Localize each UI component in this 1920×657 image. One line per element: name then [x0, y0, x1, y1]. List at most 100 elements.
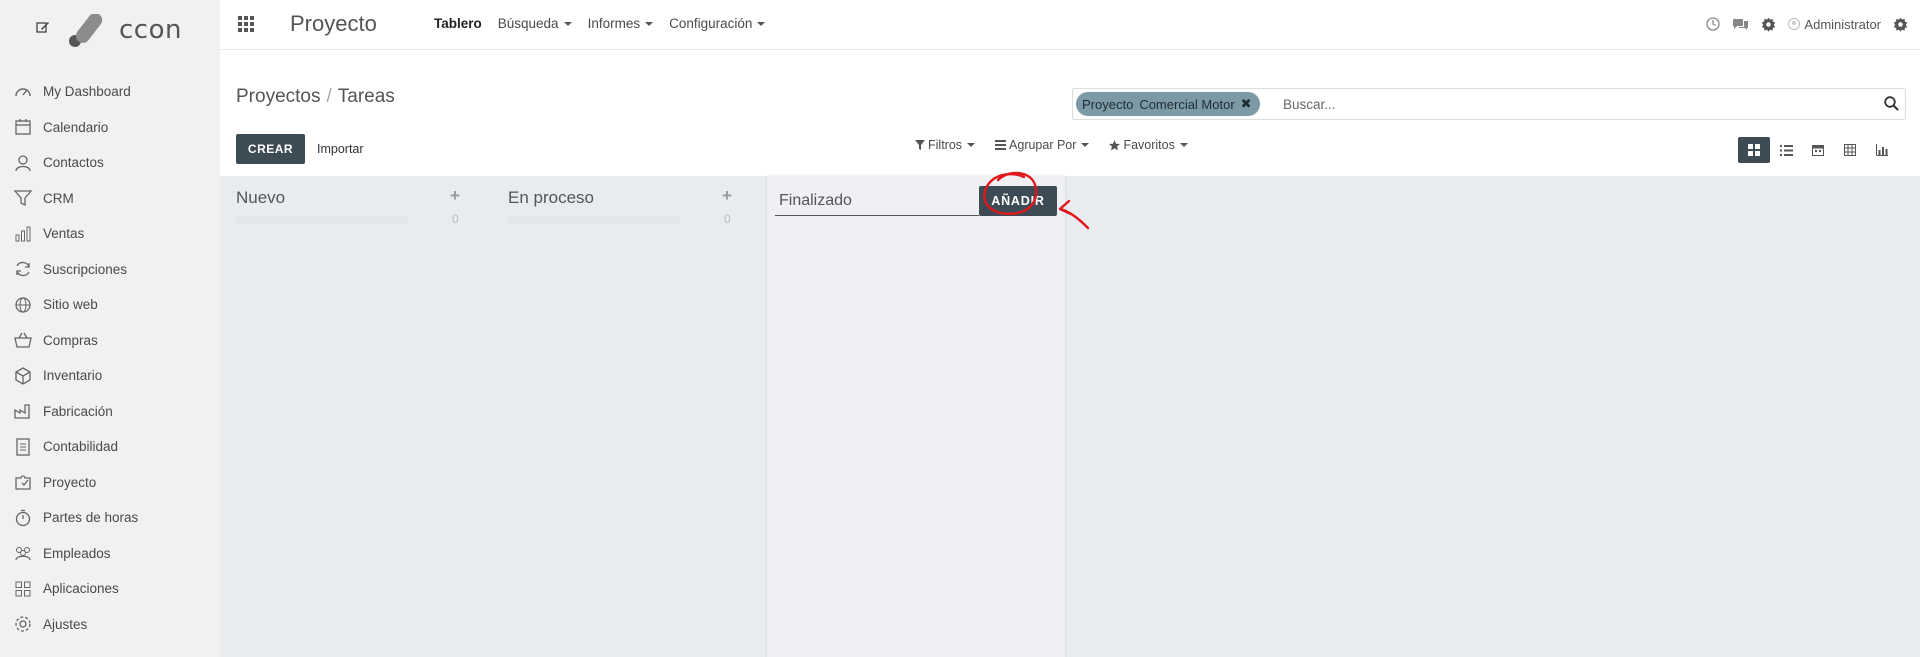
sidebar-item-contactos[interactable]: Contactos: [0, 145, 220, 181]
sidebar-item-label: Ventas: [43, 226, 85, 242]
sidebar-item-label: Calendario: [43, 119, 109, 135]
caret-down-icon: [645, 22, 654, 27]
table-icon: [1844, 144, 1856, 156]
ledger-icon: [16, 438, 30, 456]
stopwatch-icon: [15, 509, 31, 526]
quick-create-icon[interactable]: +: [450, 186, 460, 206]
user-menu[interactable]: Administrator: [1788, 17, 1881, 32]
column-progress-bar: [236, 216, 408, 224]
column-title[interactable]: En proceso: [508, 188, 594, 208]
kanban-column: Nuevo + 0: [220, 176, 460, 657]
facet-value: Comercial Motor: [1139, 96, 1235, 112]
logo-text: ccon: [119, 15, 182, 45]
sidebar-item-ventas[interactable]: Ventas: [0, 216, 220, 252]
user-icon: [15, 155, 31, 171]
list-bars-icon: [995, 140, 1007, 150]
sidebar-item-label: Inventario: [43, 368, 103, 384]
kanban-column: En proceso + 0: [492, 176, 732, 657]
kanban-view-button[interactable]: [1738, 137, 1770, 163]
sidebar-item-sitio-web[interactable]: Sitio web: [0, 287, 220, 323]
box-icon: [15, 367, 31, 385]
sidebar-item-calendario[interactable]: Calendario: [0, 110, 220, 146]
logo-icon: [69, 14, 103, 47]
search-icon[interactable]: [1884, 96, 1899, 111]
menu-tablero[interactable]: Tablero: [434, 16, 482, 31]
sidebar-nav: My Dashboard Calendario Contactos CRM Ve…: [0, 74, 220, 642]
sidebar-item-label: Suscripciones: [43, 261, 128, 277]
edit-icon[interactable]: [36, 20, 50, 34]
chat-icon[interactable]: [1732, 17, 1749, 31]
calendar-icon: [15, 119, 31, 135]
sidebar-item-label: Proyecto: [43, 474, 97, 490]
sidebar-item-dashboard[interactable]: My Dashboard: [0, 74, 220, 110]
bar-chart-icon: [15, 226, 31, 242]
gear-icon[interactable]: [1761, 17, 1776, 32]
caret-down-icon: [757, 22, 766, 27]
create-button[interactable]: CREAR: [236, 134, 305, 164]
caret-down-icon: [967, 143, 976, 147]
import-button[interactable]: Importar: [317, 142, 364, 156]
search-options: Filtros Agrupar Por Favoritos: [915, 138, 1188, 152]
menu-configuracion[interactable]: Configuración: [669, 16, 766, 31]
pivot-view-button[interactable]: [1834, 137, 1866, 163]
apps-menu-icon[interactable]: [238, 16, 254, 32]
list-icon: [1779, 144, 1793, 156]
sidebar-item-inventario[interactable]: Inventario: [0, 358, 220, 394]
sidebar-item-label: Contactos: [43, 155, 104, 171]
app-title: Proyecto: [290, 11, 377, 36]
sidebar-item-suscripciones[interactable]: Suscripciones: [0, 252, 220, 288]
breadcrumb: Proyectos / Tareas: [236, 86, 395, 108]
new-column-form: AÑADIR: [767, 176, 1065, 657]
sidebar-item-compras[interactable]: Compras: [0, 323, 220, 359]
list-view-button[interactable]: [1770, 137, 1802, 163]
facet-title: Proyecto: [1082, 96, 1134, 112]
settings-gear-icon[interactable]: [1893, 17, 1908, 32]
basket-icon: [14, 332, 32, 348]
breadcrumb-parent[interactable]: Proyectos: [236, 86, 320, 107]
kanban-board: Nuevo + 0 En proceso + 0 AÑADIR: [220, 176, 1920, 657]
sidebar-item-label: CRM: [43, 190, 74, 206]
puzzle-icon: [15, 475, 31, 490]
top-navbar: Proyecto Tablero Búsqueda Informes Confi…: [220, 0, 1920, 50]
control-panel: Proyectos / Tareas Proyecto Comercial Moto…: [220, 50, 1920, 176]
sidebar-item-label: My Dashboard: [43, 84, 131, 100]
sidebar-item-ajustes[interactable]: Ajustes: [0, 607, 220, 643]
globe-icon: [15, 297, 31, 313]
graph-view-button[interactable]: [1866, 137, 1898, 163]
add-column-button[interactable]: AÑADIR: [979, 186, 1057, 216]
factory-icon: [14, 404, 30, 419]
gear-icon: [15, 616, 31, 632]
column-name-input[interactable]: [775, 186, 979, 216]
column-count: 0: [452, 212, 459, 226]
sidebar-item-contabilidad[interactable]: Contabilidad: [0, 429, 220, 465]
clock-icon[interactable]: [1706, 17, 1721, 31]
apps-grid-icon: [15, 581, 31, 597]
quick-create-icon[interactable]: +: [722, 186, 732, 206]
sidebar-item-aplicaciones[interactable]: Aplicaciones: [0, 571, 220, 607]
group-by-dropdown[interactable]: Agrupar Por: [995, 138, 1090, 152]
filter-icon: [915, 140, 925, 150]
sidebar-item-partes-de-horas[interactable]: Partes de horas: [0, 500, 220, 536]
filters-label: Filtros: [928, 138, 963, 152]
menu-label: Configuración: [669, 16, 753, 31]
menu-informes[interactable]: Informes: [588, 16, 654, 31]
sidebar-item-label: Aplicaciones: [43, 581, 119, 597]
facet-remove-icon[interactable]: ✖: [1241, 96, 1252, 112]
sidebar-item-label: Contabilidad: [43, 439, 119, 455]
sidebar-item-proyecto[interactable]: Proyecto: [0, 465, 220, 501]
bar-chart-icon: [1876, 144, 1888, 156]
sidebar-item-crm[interactable]: CRM: [0, 181, 220, 217]
sidebar-item-label: Ajustes: [43, 616, 88, 632]
star-icon: [1109, 139, 1121, 150]
sidebar-item-fabricacion[interactable]: Fabricación: [0, 394, 220, 430]
filters-dropdown[interactable]: Filtros: [915, 138, 976, 152]
group-by-label: Agrupar Por: [1009, 138, 1077, 152]
favorites-label: Favoritos: [1123, 138, 1175, 152]
sidebar-item-empleados[interactable]: Empleados: [0, 536, 220, 572]
favorites-dropdown[interactable]: Favoritos: [1109, 138, 1188, 152]
search-input[interactable]: [1283, 93, 1843, 115]
column-title[interactable]: Nuevo: [236, 188, 285, 208]
calendar-view-button[interactable]: [1802, 137, 1834, 163]
menu-busqueda[interactable]: Búsqueda: [498, 16, 572, 31]
calendar-icon: [1812, 145, 1824, 156]
